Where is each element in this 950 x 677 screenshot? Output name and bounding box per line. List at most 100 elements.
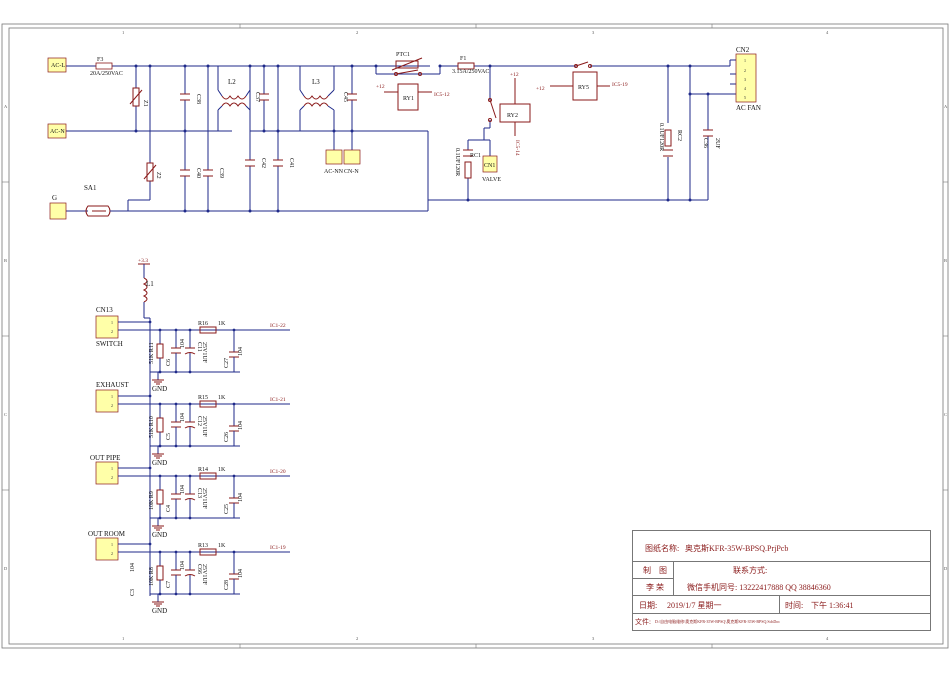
- connector-pin-2: 2: [111, 403, 113, 408]
- terminal-g: [49, 202, 67, 220]
- junction-dot: [174, 370, 178, 374]
- terminal-cn-n-label: CN-N: [344, 169, 359, 175]
- connector-cn2-label: CN2: [736, 46, 750, 54]
- time-label: 时间:: [785, 601, 804, 610]
- out-cap-label: C28: [224, 580, 230, 590]
- snubber-rc2: [664, 129, 672, 147]
- zone-top-1: 1: [122, 30, 124, 35]
- connector-0: [95, 315, 119, 339]
- zone-left-c: C: [4, 412, 7, 417]
- zone-bottom-2: 2: [356, 636, 358, 641]
- fuse-f3-ref: F3: [97, 57, 103, 63]
- fuse-f1-ref: F1: [460, 56, 466, 62]
- gnd-label: GND: [152, 607, 167, 615]
- elec-cap-value: 25V1UF: [201, 488, 207, 510]
- junction-dot: [148, 320, 152, 324]
- junction-dot: [188, 444, 192, 448]
- zone-bottom-4: 4: [826, 636, 829, 641]
- connector-pin-1: 1: [111, 542, 113, 547]
- zone-right-a: A: [944, 104, 948, 109]
- junction-dot: [188, 402, 192, 406]
- zone-bottom-1: 1: [122, 636, 124, 641]
- terminal-cn-n: [343, 149, 361, 165]
- junction-dot: [158, 592, 162, 596]
- surge-arrester-sa1-label: SA1: [84, 184, 97, 192]
- cap-c36-value: 2UF: [714, 138, 720, 149]
- junction-dot: [188, 474, 192, 478]
- junction-dot: [232, 474, 236, 478]
- choke-l3-label: L3: [312, 78, 320, 86]
- junction-dot: [174, 474, 178, 478]
- cn2-pin-2: 2: [744, 68, 746, 73]
- relay-ry5-label: RY5: [578, 85, 589, 91]
- small-cap-value: 104: [180, 339, 186, 348]
- small-cap-value: 104: [180, 561, 186, 570]
- relay-ry1-net: IC5-12: [434, 92, 450, 98]
- series-resistor-label: R16: [198, 321, 208, 327]
- snubber-rc1-value: 0.1UF120R: [454, 148, 460, 176]
- gnd-label: GND: [152, 459, 167, 467]
- cap-c3-value: 104: [130, 563, 136, 572]
- connector-pin-2: 2: [111, 551, 113, 556]
- zone-bottom-3: 3: [592, 636, 595, 641]
- snubber-rc1: [464, 161, 472, 179]
- connector-2: [95, 461, 119, 485]
- out-cap-value: 104: [238, 421, 244, 430]
- connector-cn13-label: CN13: [96, 306, 113, 314]
- small-cap-label: C4: [166, 505, 172, 512]
- choke-l2-label: L2: [228, 78, 236, 86]
- date-label: 日期:: [639, 601, 658, 610]
- out-cap-label: C26: [224, 432, 230, 442]
- zone-top-4: 4: [826, 30, 829, 35]
- contact-label: 联系方式:: [733, 566, 768, 575]
- drawing-name-label: 图纸名称:: [645, 544, 680, 553]
- connector-pin-1: 1: [111, 466, 113, 471]
- channel-name: OUT PIPE: [90, 454, 120, 462]
- channel-name: OUT ROOM: [88, 530, 126, 538]
- junction-dot: [188, 516, 192, 520]
- series-resistor-value: 1K: [218, 395, 226, 401]
- snubber-rc2-label: RC2: [676, 130, 682, 141]
- connector-pin-1: 1: [111, 320, 113, 325]
- small-cap-label: C7: [166, 581, 172, 588]
- junction-dot: [232, 328, 236, 332]
- cap-c40-label: C40: [195, 168, 201, 178]
- zone-left-d: D: [4, 566, 8, 571]
- junction-dot: [158, 516, 162, 520]
- relay-ry5-net: IC5-19: [612, 82, 628, 88]
- pull-resistor-label: 10K R8: [149, 567, 155, 586]
- junction-dot: [174, 592, 178, 596]
- terminal-ac-nn: [325, 149, 343, 165]
- author: 李 荣: [646, 583, 664, 592]
- cap-c36-label: C36: [702, 138, 708, 148]
- series-resistor-label: R14: [198, 467, 208, 473]
- inductor-l1-label: L1: [146, 280, 154, 288]
- title-block: 图纸名称: 奥克斯KFR-35W-BPSQ.PrjPcb 制 图 李 荣 联系方…: [632, 530, 931, 631]
- relay-ry2-supply: +12: [510, 72, 519, 78]
- relay-ry2-net: IC5-14: [514, 140, 520, 156]
- file-label: 文件:: [635, 618, 651, 626]
- terminal-ac-n-label: AC-N: [50, 129, 65, 135]
- out-cap-value: 104: [238, 569, 244, 578]
- time: 下午 1:36:41: [811, 601, 854, 610]
- connector-3: [95, 537, 119, 561]
- cap-c37-label: C37: [254, 92, 260, 102]
- channel-name: EXHAUST: [96, 381, 129, 389]
- choke-l3: [299, 89, 335, 111]
- small-cap-label: C6: [166, 359, 172, 366]
- connector-cn2: [735, 53, 757, 103]
- out-cap-value: 104: [238, 347, 244, 356]
- small-cap-label: C5: [166, 433, 172, 440]
- fuse-f1-value: 3.15A/250VAC: [452, 69, 489, 75]
- pull-resistor: [156, 343, 164, 359]
- terminal-g-label: G: [52, 194, 57, 202]
- junction-dot: [148, 542, 152, 546]
- junction-dot: [174, 550, 178, 554]
- choke-l2: [217, 89, 251, 111]
- cn2-pin-3: 3: [744, 77, 746, 82]
- connector-pin-2: 2: [111, 475, 113, 480]
- snubber-rc1-label: RC1: [470, 153, 481, 159]
- series-resistor-value: 1K: [218, 543, 226, 549]
- out-cap-label: C27: [224, 358, 230, 368]
- fuse-f3-value: 20A/250VAC: [90, 71, 123, 77]
